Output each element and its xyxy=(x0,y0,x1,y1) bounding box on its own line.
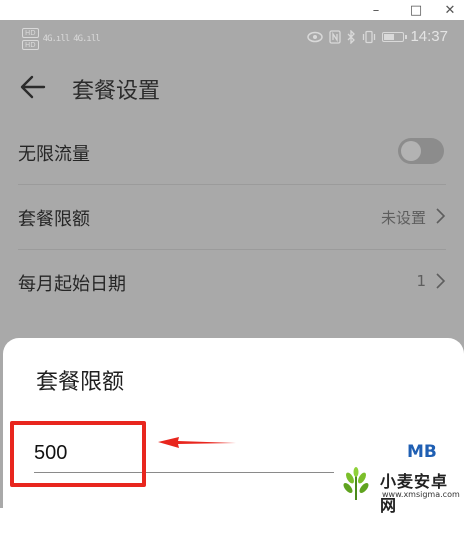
annotation-arrow-icon xyxy=(158,437,236,448)
monthly-start-date-row[interactable]: 每月起始日期 1 xyxy=(18,250,446,314)
vibrate-icon xyxy=(363,30,376,43)
unit-selector[interactable]: MB xyxy=(407,442,437,462)
arrow-left-icon[interactable] xyxy=(18,72,48,102)
watermark-url: www.xmsigma.com xyxy=(382,490,460,499)
watermark-logo-icon xyxy=(337,465,375,503)
unlimited-data-row[interactable]: 无限流量 xyxy=(18,120,446,185)
watermark: 小麦安卓网 www.xmsigma.com xyxy=(330,460,464,515)
app-bar: 套餐设置 xyxy=(0,58,464,118)
monthly-start-date-value: 1 xyxy=(416,272,426,290)
network-indicators: HD HD 4G.ıll 4G.ıll xyxy=(22,28,101,50)
page-title: 套餐设置 xyxy=(72,79,161,104)
bluetooth-icon xyxy=(347,29,356,44)
host-window-titlebar: – □ ✕ xyxy=(0,0,464,20)
plan-limit-value: 未设置 xyxy=(380,209,426,227)
close-button[interactable]: ✕ xyxy=(430,0,464,20)
status-clock: 14:37 xyxy=(410,28,448,45)
toggle-knob xyxy=(401,141,421,161)
annotation-highlight-box xyxy=(10,421,146,487)
dialog-title: 套餐限额 xyxy=(36,370,125,395)
signal1-icon: 4G.ıll xyxy=(42,34,70,44)
signal2-icon: 4G.ıll xyxy=(73,34,100,44)
status-icons: 14:37 xyxy=(307,28,448,45)
unlimited-data-toggle[interactable] xyxy=(398,138,444,164)
chevron-right-icon xyxy=(436,273,446,289)
sim1-badge: HD xyxy=(22,28,39,38)
sim2-badge: HD xyxy=(22,40,39,50)
unlimited-data-label: 无限流量 xyxy=(18,144,90,165)
settings-list: 无限流量 套餐限额 未设置 每月起始日期 1 xyxy=(0,120,464,314)
plan-limit-label: 套餐限额 xyxy=(18,209,90,230)
status-bar: HD HD 4G.ıll 4G.ıll 14:37 xyxy=(0,20,464,56)
battery-level xyxy=(384,33,394,40)
monthly-start-date-label: 每月起始日期 xyxy=(18,274,126,295)
plan-limit-row[interactable]: 套餐限额 未设置 xyxy=(18,185,446,250)
nfc-icon xyxy=(329,29,342,44)
battery-icon xyxy=(382,31,408,42)
chevron-right-icon xyxy=(436,208,446,224)
eye-icon xyxy=(307,31,324,42)
minimize-button[interactable]: – xyxy=(356,0,396,20)
